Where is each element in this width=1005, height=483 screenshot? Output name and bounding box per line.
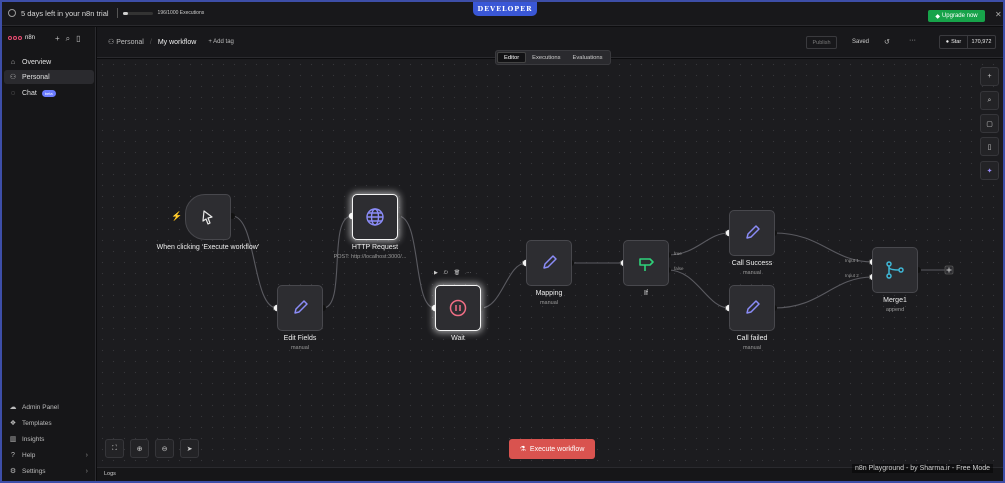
execute-workflow-button[interactable]: ⚗ Execute workflow [509,439,595,459]
fit-view-icon: ⛶ [112,444,117,452]
node-title: If [644,290,648,297]
logs-label: Logs [104,471,116,477]
false-branch-label: false [674,266,684,271]
play-icon[interactable]: ▶ [434,270,438,276]
zoom-out-button[interactable]: ⊖ [155,439,174,458]
tab-evaluations[interactable]: Evaluations [567,52,609,63]
flask-icon: ⚗ [519,446,526,453]
node-title: Call Success [731,260,773,267]
node-title: When clicking ‘Execute workflow’ [156,244,260,251]
plus-icon: + [987,73,992,80]
zoom-in-button[interactable]: ⊕ [130,439,149,458]
tidy-up-button[interactable]: ➤ [180,439,199,458]
add-node-button[interactable]: + [980,67,999,86]
view-tabs: Editor Executions Evaluations [495,50,611,65]
node-subtitle: manual [742,270,762,276]
power-icon[interactable]: ⏻ [444,270,448,276]
merge-input-2-label: Input 2 [845,273,859,278]
search-icon: ⌕ [987,96,992,104]
cursor-icon: ➤ [186,445,193,453]
node-subtitle: manual [290,345,310,351]
connection-editfields-http [322,215,353,309]
node-title: HTTP Request [351,244,399,251]
lightning-icon: ⚡ [171,211,183,221]
node-subtitle: POST: http://localhost:3000/... [333,254,407,260]
tab-executions[interactable]: Executions [526,52,566,63]
cursor-click-icon [202,210,213,225]
pencil-icon [746,225,760,239]
tab-editor[interactable]: Editor [497,52,527,63]
connection-http-wait [397,215,436,309]
zoom-in-icon: ⊕ [136,445,143,453]
node-mapping[interactable] [526,240,572,286]
node-subtitle: append [885,307,905,313]
add-node-plus-icon [944,265,954,275]
more-icon[interactable]: ⋯ [466,270,471,276]
node-title: Edit Fields [283,335,317,342]
node-manual-trigger[interactable] [185,194,231,240]
connection-trigger-editfields [231,215,278,309]
node-edit-fields[interactable] [277,285,323,331]
panel-icon: ▯ [987,143,992,151]
node-title: Wait [451,335,465,342]
trash-icon[interactable]: 🗑 [454,270,460,276]
ai-assistant-button[interactable]: ✦ [980,161,999,180]
node-subtitle: manual [539,300,559,306]
sparkle-icon: ✦ [986,167,993,175]
node-wait[interactable] [435,285,481,331]
pencil-icon [294,300,308,314]
search-nodes-button[interactable]: ⌕ [980,91,999,110]
execute-label: Execute workflow [529,445,585,453]
globe-icon [366,208,384,226]
panel-toggle-button[interactable]: ▯ [980,137,999,156]
node-call-failed[interactable] [729,285,775,331]
signpost-icon [639,258,654,271]
merge-icon [886,261,904,279]
node-if[interactable] [623,240,669,286]
pencil-icon [746,300,760,314]
app-window: 5 days left in your n8n trial 196/1000 E… [0,0,1005,483]
merge-input-1-label: Input 1 [845,258,859,263]
node-merge[interactable] [872,247,918,293]
node-title: Mapping [535,290,563,297]
sticky-note-button[interactable]: ▢ [980,114,999,133]
node-subtitle: manual [742,345,762,351]
node-title: Merge1 [883,297,907,304]
node-http-request[interactable] [352,194,398,240]
watermark: n8n Playground - by Sharma.ir - Free Mod… [852,464,994,473]
zoom-out-icon: ⊖ [161,445,168,453]
node-title: Call failed [736,335,768,342]
node-toolbar: ▶ ⏻ 🗑 ⋯ [434,270,471,276]
pencil-icon [543,255,557,269]
pause-icon [449,299,467,317]
sticky-note-icon: ▢ [986,120,993,128]
fit-view-button[interactable]: ⛶ [105,439,124,458]
node-call-success[interactable] [729,210,775,256]
true-branch-label: true [674,251,682,256]
